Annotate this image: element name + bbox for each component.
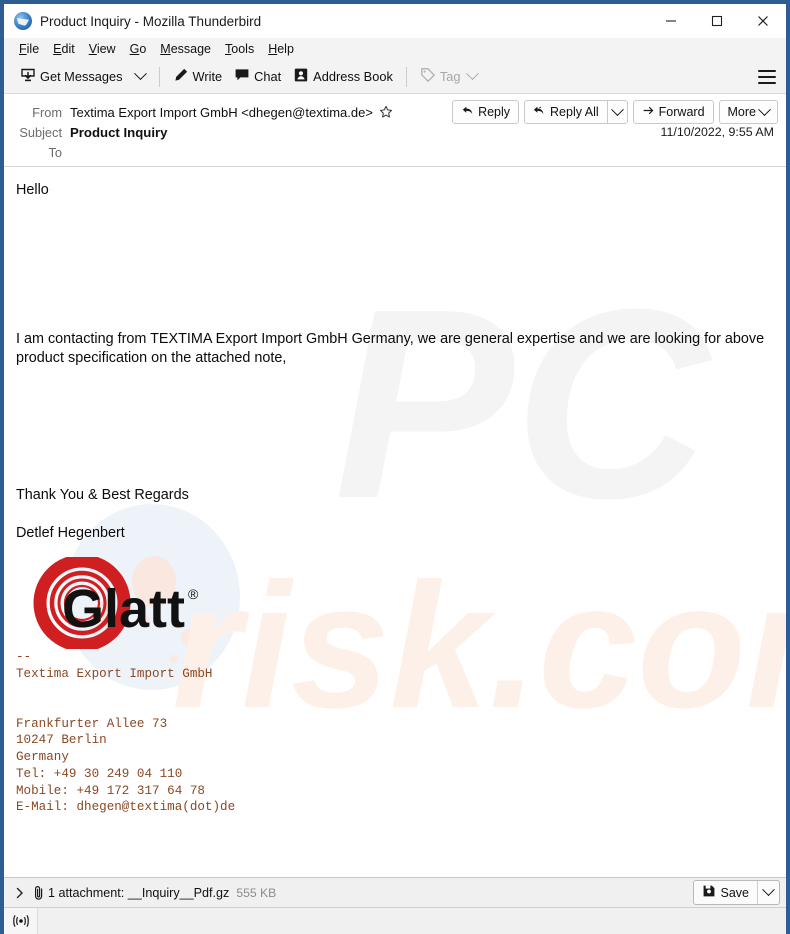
from-label: From: [32, 104, 62, 120]
save-label: Save: [720, 885, 750, 900]
menu-go[interactable]: Go: [123, 40, 154, 58]
svg-text:Glatt: Glatt: [62, 579, 185, 639]
menu-edit[interactable]: Edit: [46, 40, 82, 58]
greeting-line: Hello: [16, 182, 49, 198]
attachment-bar: 1 attachment: __Inquiry__Pdf.gz 555 KB S…: [4, 877, 786, 907]
more-label: More: [727, 105, 756, 119]
tag-label: Tag: [439, 69, 461, 84]
subject-row: Subject Product Inquiry 11/10/2022, 9:55…: [14, 122, 776, 142]
attachment-expand-icon[interactable]: [12, 887, 28, 899]
thunderbird-icon: [14, 12, 32, 30]
reply-all-button[interactable]: Reply All: [524, 100, 607, 124]
message-actions: Reply Reply All Forward More: [452, 100, 778, 124]
reply-all-dropdown[interactable]: [606, 100, 628, 124]
menu-message[interactable]: Message: [153, 40, 218, 58]
sender-name-line: Detlef Hegenbert: [16, 524, 125, 541]
maximize-button[interactable]: [694, 4, 740, 38]
window-title: Product Inquiry - Mozilla Thunderbird: [40, 13, 262, 29]
to-label: To: [48, 144, 62, 160]
menu-view[interactable]: View: [82, 40, 123, 58]
message-date: 11/10/2022, 9:55 AM: [660, 125, 774, 139]
broadcast-icon[interactable]: [4, 908, 38, 934]
attachment-size: 555 KB: [236, 885, 277, 900]
tag-icon: [420, 67, 436, 86]
main-toolbar: Get Messages Write Chat Address Book Tag: [4, 60, 786, 94]
forward-button[interactable]: Forward: [632, 100, 714, 124]
thunderbird-window: Product Inquiry - Mozilla Thunderbird Fi…: [0, 0, 790, 934]
to-row: To: [14, 142, 776, 162]
body-paragraph: I am contacting from TEXTIMA Export Impo…: [16, 331, 765, 367]
reply-all-arrow-icon: [533, 104, 546, 120]
status-bar: [4, 907, 786, 934]
message-header: From Textima Export Import GmbH <dhegen@…: [4, 94, 786, 167]
closing-line: Thank You & Best Regards: [16, 487, 189, 504]
reply-label: Reply: [478, 105, 511, 119]
get-messages-dropdown[interactable]: [129, 67, 152, 84]
svg-text:®: ®: [188, 586, 199, 602]
toolbar-separator-2: [405, 66, 407, 87]
save-icon: [702, 884, 716, 901]
address-book-button[interactable]: Address Book: [287, 64, 399, 89]
attachment-summary[interactable]: 1 attachment: __Inquiry__Pdf.gz: [48, 886, 229, 900]
reply-arrow-icon: [461, 104, 474, 120]
app-menu-button[interactable]: [754, 64, 780, 90]
glatt-logo: Glatt ®: [18, 554, 218, 652]
star-icon[interactable]: [379, 105, 393, 119]
get-messages-label: Get Messages: [40, 69, 123, 84]
reply-button[interactable]: Reply: [452, 100, 520, 124]
pencil-icon: [173, 67, 189, 86]
menu-file[interactable]: File: [12, 40, 46, 58]
reply-all-split: Reply All: [524, 100, 628, 124]
menu-tools[interactable]: Tools: [218, 40, 261, 58]
write-button[interactable]: Write: [167, 64, 229, 89]
save-dropdown[interactable]: [757, 881, 779, 904]
write-label: Write: [192, 69, 223, 84]
address-book-icon: [293, 67, 309, 86]
message-content: Hello I am contacting from TEXTIMA Expor…: [4, 167, 786, 877]
email-signature: -- Textima Export Import GmbH Frankfurte…: [16, 649, 236, 815]
subject-value: Product Inquiry: [70, 124, 168, 140]
title-bar: Product Inquiry - Mozilla Thunderbird: [4, 4, 786, 38]
message-body-pane: PC risk.com Hello I am contacting from T…: [4, 167, 786, 877]
paperclip-icon: [32, 885, 46, 901]
chat-label: Chat: [254, 69, 282, 84]
menu-help[interactable]: Help: [261, 40, 301, 58]
from-value[interactable]: Textima Export Import GmbH <dhegen@texti…: [70, 105, 373, 120]
chat-bubble-icon: [234, 67, 250, 86]
more-button[interactable]: More: [718, 100, 778, 124]
forward-arrow-icon: [642, 104, 655, 120]
save-button[interactable]: Save: [694, 881, 758, 904]
close-button[interactable]: [740, 4, 786, 38]
chat-button[interactable]: Chat: [228, 64, 287, 89]
address-book-label: Address Book: [313, 69, 393, 84]
get-messages-icon: [20, 67, 36, 86]
menu-bar: File Edit View Go Message Tools Help: [4, 38, 786, 60]
tag-button[interactable]: Tag: [414, 64, 484, 89]
reply-all-label: Reply All: [550, 105, 599, 119]
minimize-button[interactable]: [648, 4, 694, 38]
forward-label: Forward: [658, 105, 705, 119]
subject-label: Subject: [19, 124, 62, 140]
toolbar-separator: [158, 66, 160, 87]
save-attachment-group: Save: [692, 880, 780, 905]
get-messages-button[interactable]: Get Messages: [14, 64, 129, 89]
